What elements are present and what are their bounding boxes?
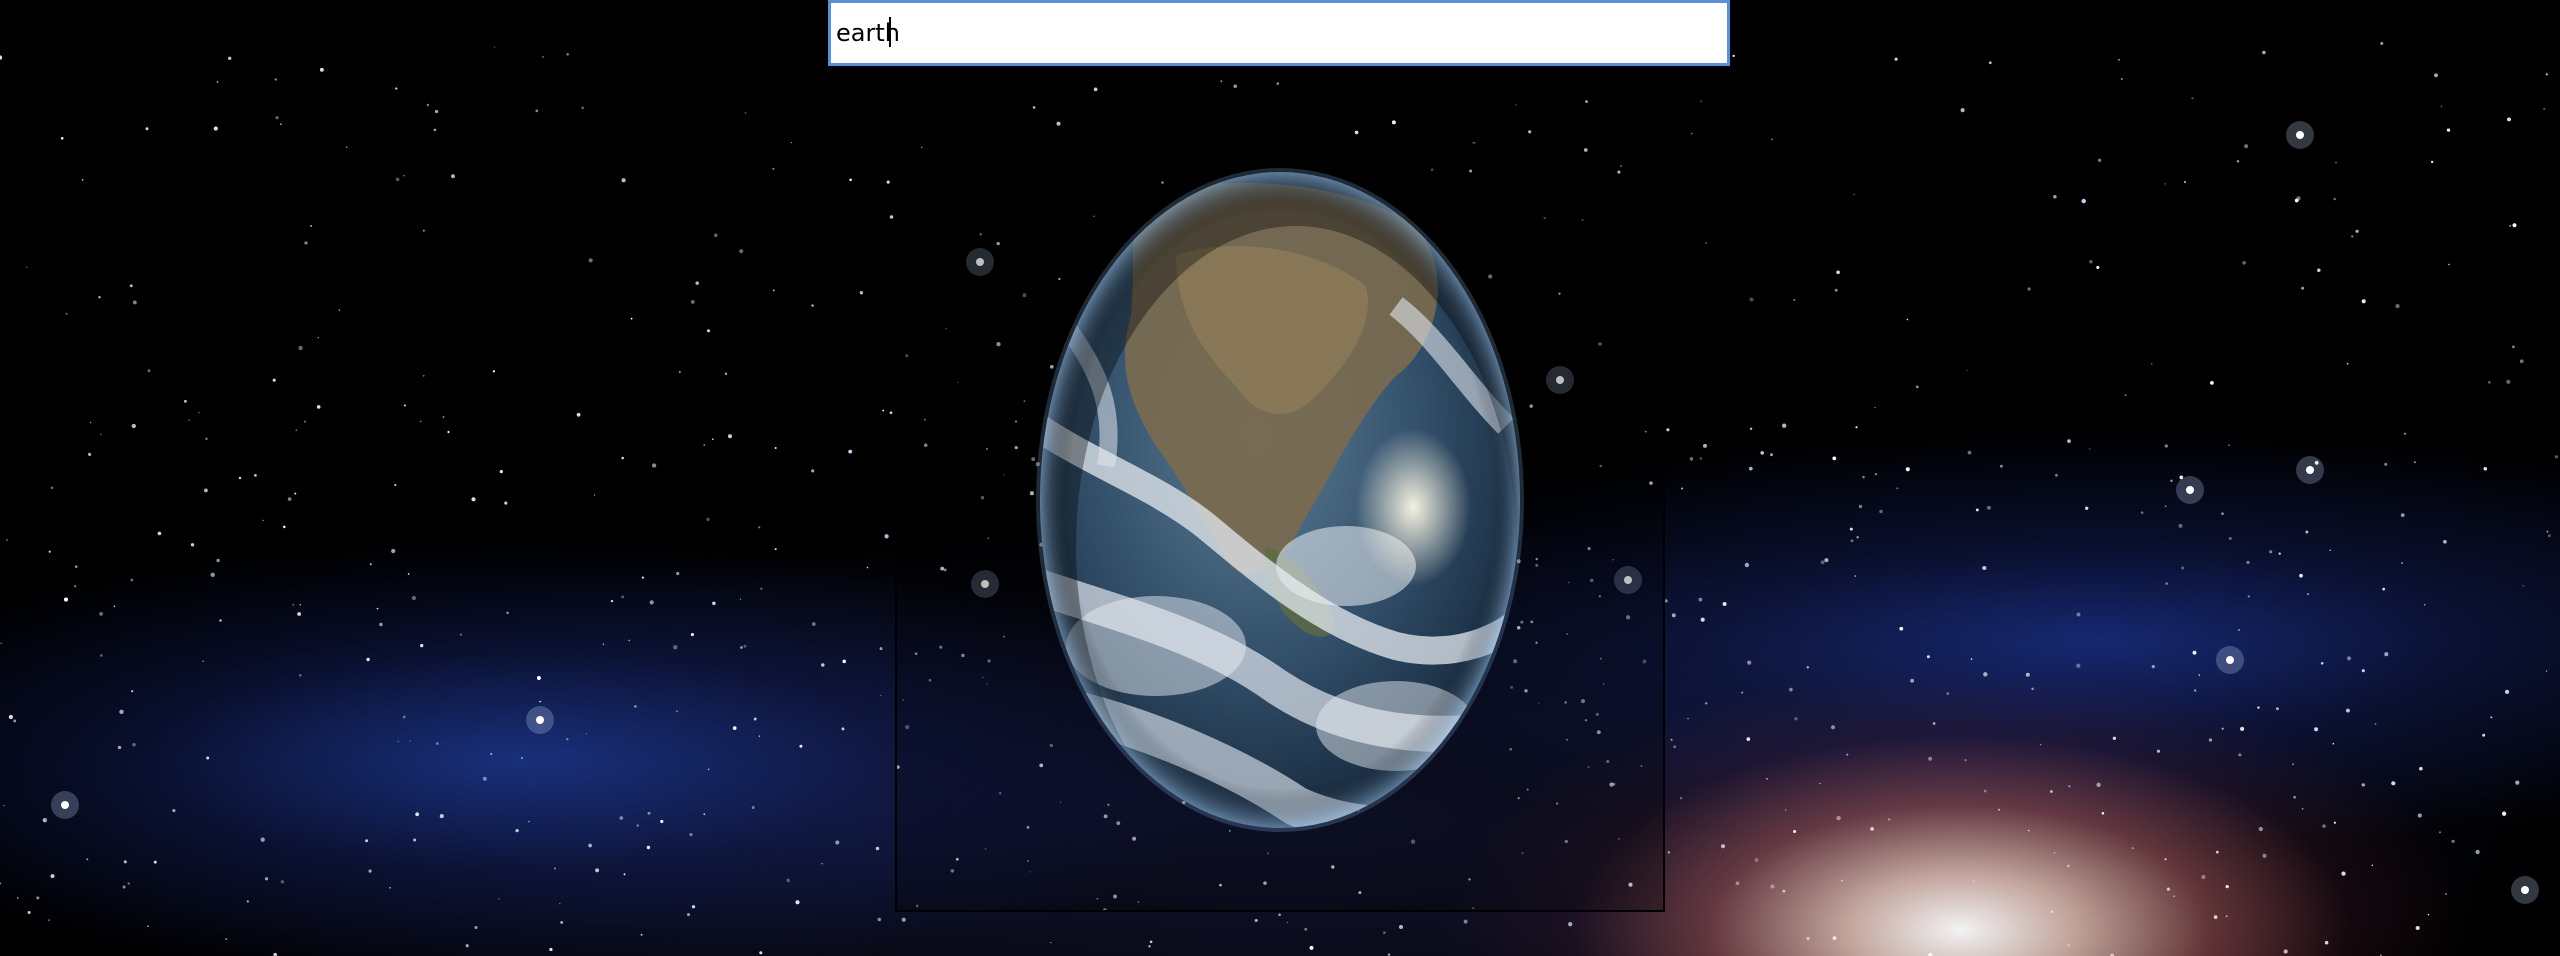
search-input[interactable]	[836, 3, 1727, 63]
earth-icon[interactable]	[1036, 166, 1524, 834]
text-caret	[889, 17, 891, 47]
search-box[interactable]	[828, 0, 1730, 66]
space-background	[0, 0, 2560, 956]
